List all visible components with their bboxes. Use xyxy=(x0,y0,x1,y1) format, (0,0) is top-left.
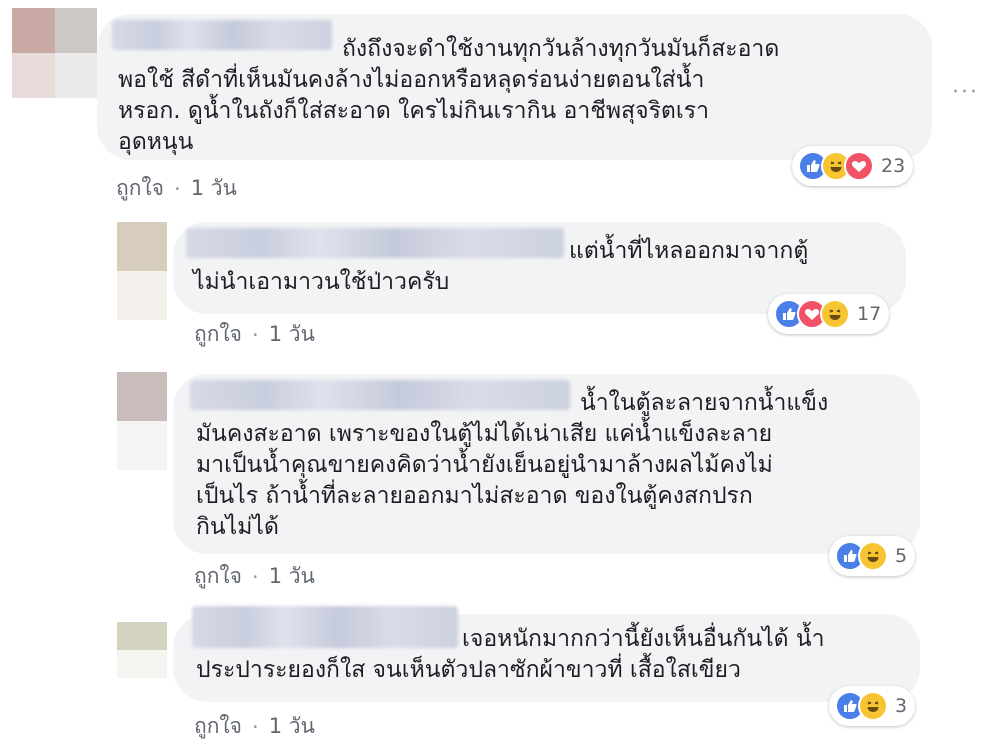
comment-text: น้ำในตู้ละลายจากน้ำแข็ง มันคงสะอาด เพราะ… xyxy=(196,390,829,540)
comment-actions: ถูกใจ · 1 วัน xyxy=(194,560,315,593)
reaction-summary[interactable]: 17 xyxy=(768,294,890,334)
comment-text: แต่น้ำที่ไหลออกมาจากตู้ ไม่นำเอามาวนใช้ป… xyxy=(193,238,809,295)
timestamp[interactable]: 1 วัน xyxy=(269,560,315,593)
comment-text: ถังถึงจะดำใช้งานทุกวันล้างทุกวันมันก็สะอ… xyxy=(118,36,780,155)
reaction-summary[interactable]: 5 xyxy=(829,536,916,576)
haha-icon xyxy=(858,541,888,571)
reaction-summary[interactable]: 3 xyxy=(829,686,916,726)
more-options-icon[interactable]: ··· xyxy=(952,80,979,105)
reaction-count: 17 xyxy=(857,303,882,325)
like-link[interactable]: ถูกใจ xyxy=(116,172,164,205)
timestamp[interactable]: 1 วัน xyxy=(191,172,237,205)
commenter-avatar[interactable] xyxy=(117,372,167,470)
timestamp[interactable]: 1 วัน xyxy=(269,710,315,743)
like-link[interactable]: ถูกใจ xyxy=(194,710,242,743)
comment-text: เจอหนักมากกว่านี้ยังเห็นอื่นกันได้ น้ำ ป… xyxy=(196,626,825,683)
haha-icon xyxy=(820,299,850,329)
haha-icon xyxy=(858,691,888,721)
comment-actions: ถูกใจ · 1 วัน xyxy=(194,318,315,351)
like-link[interactable]: ถูกใจ xyxy=(194,560,242,593)
like-link[interactable]: ถูกใจ xyxy=(194,318,242,351)
reaction-count: 23 xyxy=(881,155,906,177)
comment-actions: ถูกใจ · 1 วัน xyxy=(116,172,237,205)
commenter-avatar[interactable] xyxy=(12,8,97,98)
separator-dot: · xyxy=(174,176,181,201)
separator-dot: · xyxy=(252,322,259,347)
love-icon xyxy=(844,151,874,181)
comment-actions: ถูกใจ · 1 วัน xyxy=(194,710,315,743)
separator-dot: · xyxy=(252,564,259,589)
commenter-avatar[interactable] xyxy=(117,622,167,678)
reaction-summary[interactable]: 23 xyxy=(792,146,914,186)
separator-dot: · xyxy=(252,714,259,739)
commenter-avatar[interactable] xyxy=(117,222,167,320)
timestamp[interactable]: 1 วัน xyxy=(269,318,315,351)
reaction-count: 5 xyxy=(895,545,908,567)
reaction-count: 3 xyxy=(895,695,908,717)
